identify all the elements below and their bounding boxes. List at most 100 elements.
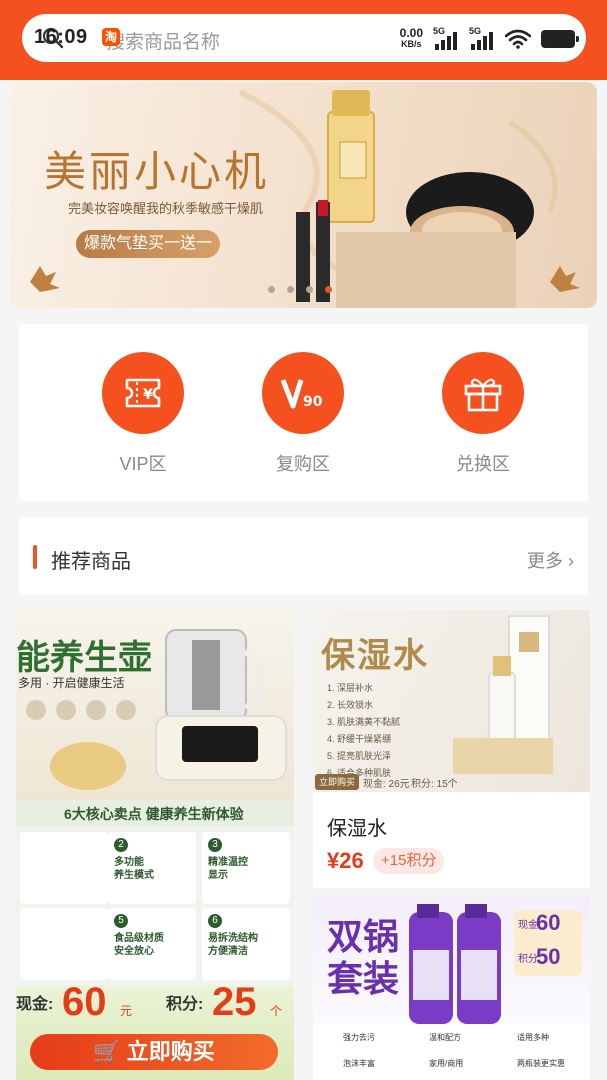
cash-unit: 元 [120,1004,133,1018]
kettle-feature: 3 精准温控 显示 [202,832,290,904]
serum-meta-strip: 立即购买 现金: 26元 积分: 15个 [313,772,590,792]
kettle-price-band: 现金: 60 元 积分: 25 个 🛒 立即购买 [16,980,294,1080]
serum-benefit: 4. 舒缓干燥紧绷 [327,734,392,744]
serum-benefit: 1. 深层补水 [327,683,374,693]
promo-cash-label: 现金 [518,920,538,931]
product-name: 保湿水 [327,818,387,840]
pot-feature: 适用多种 [517,1033,549,1042]
svg-text:90: 90 [303,394,323,410]
signal-icon: 5G [433,26,459,50]
top-bar: 搜索商品名称 16:09 淘 0.00 KB/s 5G 5G [0,0,607,80]
points-label: 积分: [166,996,204,1013]
banner-title: 美丽小心机 [44,147,270,196]
signal-icon: 5G [469,26,495,50]
feature-number: 6 [208,914,222,928]
promo-banner[interactable]: 美丽小心机 完美妆容唤醒我的秋季敏感干燥肌 爆款气垫买一送一 [10,82,597,308]
serum-meta-pill: 立即购买 [315,774,360,790]
recommend-header: 推荐商品 更多 › [19,517,588,595]
battery-icon [541,30,579,48]
promo-points-label: 积分 [518,954,538,965]
serum-headline: 保湿水 [321,636,429,676]
kettle-illustration [26,629,287,790]
pot-promo-box: 现金 60 积分 50 [514,910,582,976]
carousel-dot-active[interactable] [325,286,332,293]
product-card-serum[interactable]: 保湿水 1. 深层补水 2. 长效锁水 3. 肌肤满黄不黏腻 4. 舒缓干燥紧绷… [313,610,590,888]
taobao-badge-icon: 淘 [102,28,120,46]
zone-exchange[interactable]: 兑换区 [423,352,543,476]
gift-icon [442,352,524,434]
pot-feature: 两瓶装更实惠 [517,1059,565,1068]
wifi-icon [505,29,531,49]
zone-repurchase[interactable]: 90 复购区 [243,352,363,476]
serum-meta-points: 积分: 15个 [411,779,458,790]
pot-feature-strip: 强力去污 温和配方 适用多种 泡沫丰富 家用/商用 两瓶装更实惠 [313,1024,590,1080]
buy-now-button[interactable]: 🛒 立即购买 [30,1034,278,1070]
kettle-feature: 6 易拆洗结构 方便清洁 [202,908,290,980]
kettle-feature-band-text: 6大核心卖点 健康养生新体验 [64,806,244,822]
serum-benefit: 3. 肌肤满黄不黏腻 [327,717,401,727]
v90-icon: 90 [262,352,344,434]
feature-number: 5 [114,914,128,928]
carousel-dot[interactable] [287,286,294,293]
kettle-feature-image [20,908,108,980]
feature-number: 3 [208,838,222,852]
section-accent-bar [33,545,37,569]
serum-benefit: 5. 提亮肌肤光泽 [327,751,392,761]
kettle-feature-image [20,832,108,904]
banner-subtitle: 完美妆容唤醒我的秋季敏感干燥肌 [68,201,264,216]
chevron-right-icon: › [568,551,574,571]
promo-points-value: 50 [536,944,561,969]
pot-feature: 温和配方 [429,1033,461,1042]
kettle-feature: 5 食品级材质 安全放心 [108,908,196,980]
banner-cta-button[interactable]: 爆款气垫买一送一 [76,230,220,258]
kettle-feature-band: 6大核心卖点 健康养生新体验 [16,800,294,826]
kettle-hero-image: 能养生壶 多用 · 开启健康生活 [16,610,294,800]
feature-text: 食品级材质 安全放心 [114,933,164,957]
serum-benefit-list: 1. 深层补水 2. 长效锁水 3. 肌肤满黄不黏腻 4. 舒缓干燥紧绷 5. … [327,680,400,782]
feature-text: 多功能 养生模式 [114,857,154,881]
product-card-kettle[interactable]: 能养生壶 多用 · 开启健康生活 6大核心卖点 健康养生新体验 2 多功能 养生 [16,610,294,1080]
points-value: 25 [212,980,257,1024]
feature-number: 2 [114,838,128,852]
app-page: 搜索商品名称 16:09 淘 0.00 KB/s 5G 5G 美丽小心机 完美妆… [0,0,607,1080]
net-speed-unit: KB/s [401,39,422,49]
status-icons: 0.00 KB/s 5G 5G [399,26,579,52]
zone-nav-card: ¥ VIP区 90 复购区 兑换区 [19,324,588,501]
serum-meta-cash: 现金: 26元 [363,779,410,790]
zone-exchange-label: 兑换区 [456,454,510,474]
pot-feature: 家用/商用 [429,1059,464,1068]
recommend-title: 推荐商品 [51,551,131,573]
search-placeholder: 搜索商品名称 [106,32,221,53]
net-speed-value: 0.00 [399,26,423,40]
serum-benefit: 2. 长效锁水 [327,700,374,710]
product-points-badge: +15积分 [373,848,445,874]
cash-value: 60 [62,980,107,1024]
zone-repurchase-label: 复购区 [276,454,330,474]
promo-cash-value: 60 [536,910,561,935]
pot-feature: 强力去污 [343,1033,375,1042]
feature-text: 精准温控 显示 [208,857,248,881]
product-price: ¥26 [327,848,364,873]
banner-carousel-dots[interactable] [268,286,332,293]
more-link[interactable]: 更多 › [527,547,574,573]
kettle-feature: 2 多功能 养生模式 [108,832,196,904]
product-card-pot-cleaner[interactable]: 双锅 套装 现金 60 积分 50 强力去污 温和配方 适用多种 泡沫丰富 家用… [313,896,590,1080]
points-unit: 个 [270,1004,283,1018]
zone-vip[interactable]: ¥ VIP区 [83,352,203,476]
status-time: 16:09 [34,26,88,48]
carousel-dot[interactable] [268,286,275,293]
cash-label: 现金: [16,996,54,1013]
pot-feature: 泡沫丰富 [343,1059,375,1068]
vip-ticket-icon: ¥ [102,352,184,434]
kettle-feature-grid: 2 多功能 养生模式 3 精准温控 显示 5 食品级材质 安全放心 6 易拆洗结… [16,826,294,986]
carousel-dot[interactable] [306,286,313,293]
zone-vip-label: VIP区 [119,454,167,474]
feature-text: 易拆洗结构 方便清洁 [208,933,258,957]
serum-image: 保湿水 1. 深层补水 2. 长效锁水 3. 肌肤满黄不黏腻 4. 舒缓干燥紧绷… [313,610,590,792]
net-speed: 0.00 KB/s [399,26,423,50]
cart-icon: 🛒 [93,1039,127,1064]
pot-headline: 双锅 套装 [327,916,400,1000]
svg-text:¥: ¥ [143,387,153,403]
more-label: 更多 [526,551,563,571]
buy-now-label: 立即购买 [126,1039,215,1064]
